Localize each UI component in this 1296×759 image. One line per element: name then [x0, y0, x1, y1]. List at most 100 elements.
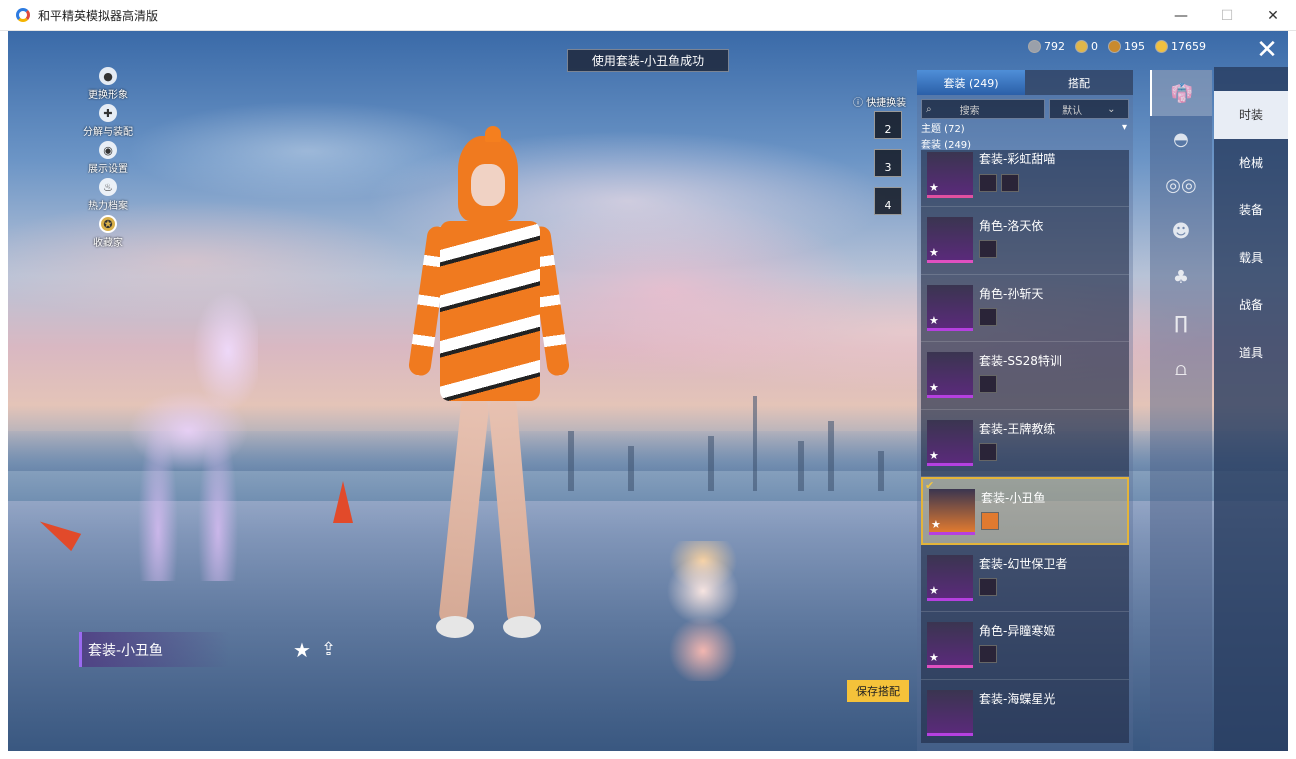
silver-coin-icon [1028, 40, 1041, 53]
current-outfit-label: 套装-小丑鱼 [79, 632, 229, 667]
quick-swap-label[interactable]: ⓘ 快捷换装 [853, 94, 906, 109]
chevron-down-icon: ⌄ [1107, 103, 1116, 115]
toast-notice: 使用套装-小丑鱼成功 [567, 49, 729, 72]
outfit-panel: 套装 (249) 搭配 ⌕ 搜索 默认 ⌄ 主题 (72) ▾ 套装 (249)… [917, 70, 1133, 751]
outfit-name: 套装-幻世保卫者 [979, 556, 1068, 571]
save-outfit-button[interactable]: 保存搭配 [847, 680, 909, 702]
star-icon: ★ [929, 246, 939, 259]
outfit-thumbnail [927, 689, 973, 736]
category-column: 👘 ◓ ◎◎ ☻ ♣ ∏ ⩍ [1150, 70, 1212, 751]
search-input[interactable]: ⌕ 搜索 [921, 99, 1045, 119]
outfit-name: 角色-洛天依 [979, 219, 1044, 233]
star-icon: ★ [929, 381, 939, 394]
glasses-icon[interactable]: ◎◎ [1150, 162, 1212, 208]
outfit-name: 角色-异瞳寒姬 [979, 624, 1056, 638]
shoes-icon[interactable]: ⩍ [1150, 346, 1212, 392]
maximize-button[interactable]: ☐ [1204, 0, 1250, 31]
gold-coin-icon [1155, 40, 1168, 53]
outfit-thumbnail: ★ [927, 554, 973, 601]
slot-number: 2 [884, 123, 892, 136]
tab-equipment[interactable]: 装备 [1214, 186, 1288, 234]
menu-label: 更换形象 [88, 90, 128, 101]
quick-slot-3[interactable]: 3 [874, 149, 902, 177]
sort-value: 默认 [1062, 105, 1083, 117]
close-window-button[interactable]: ✕ [1250, 0, 1296, 31]
list-item[interactable]: ★ 角色-异瞳寒姬 [921, 612, 1129, 680]
currency-value: 792 [1044, 40, 1065, 53]
gold-badge-icon [1075, 40, 1088, 53]
tab-battle-prep[interactable]: 战备 [1214, 281, 1288, 329]
currency-bar: 792 0 195 17659 [1028, 40, 1206, 53]
list-item[interactable]: ★ 角色-洛天依 [921, 207, 1129, 275]
outfit-icon[interactable]: 👘 [1150, 70, 1212, 116]
currency-value: 17659 [1171, 40, 1206, 53]
currency-item: 0 [1075, 40, 1098, 53]
star-icon: ★ [929, 313, 939, 327]
tab-items[interactable]: 道具 [1214, 329, 1288, 377]
currency-item: 792 [1028, 40, 1065, 53]
list-item[interactable]: ★ 套装-SS28特训 [921, 342, 1129, 410]
search-placeholder: 搜索 [959, 105, 980, 117]
quick-slot-2[interactable]: 2 [874, 111, 902, 139]
menu-heat-archive[interactable]: ♨ 热力档案 [68, 178, 148, 215]
flame-icon: ♨ [99, 178, 117, 196]
pants-icon[interactable]: ∏ [1150, 300, 1212, 346]
traffic-cone [333, 481, 353, 523]
menu-collector[interactable]: ✪ 收藏家 [68, 215, 148, 252]
tab-suits[interactable]: 套装 (249) [917, 70, 1025, 95]
city-building [628, 446, 634, 491]
outfit-name: 角色-孙斩天 [979, 286, 1044, 301]
part-thumbnail [979, 307, 997, 326]
character-shoe [503, 616, 541, 638]
hood-fin [485, 126, 501, 142]
part-thumbnail [979, 375, 997, 393]
collector-badge-icon: ✪ [99, 215, 117, 233]
outfit-thumbnail: ★ [927, 284, 973, 331]
character-shoe [436, 616, 474, 638]
list-item[interactable]: 套装-海蝶星光 [921, 679, 1129, 743]
eye-icon: ◉ [99, 141, 117, 159]
section-title: 套装 (249) [921, 139, 972, 151]
character-leg [438, 395, 490, 627]
sort-dropdown[interactable]: 默认 ⌄ [1048, 99, 1129, 119]
menu-display-settings[interactable]: ◉ 展示设置 [68, 141, 148, 178]
star-icon: ★ [929, 448, 939, 462]
menu-change-appearance[interactable]: ● 更换形象 [68, 67, 148, 104]
slot-number: 3 [884, 161, 892, 174]
outfit-thumbnail: ★ [927, 152, 973, 198]
list-item[interactable]: ★ 套装-幻世保卫者 [921, 544, 1129, 612]
outfit-thumbnail: ★ [927, 622, 973, 668]
top-icon[interactable]: ♣ [1150, 254, 1212, 300]
city-building [708, 436, 714, 491]
close-wardrobe-icon[interactable]: ✕ [1252, 35, 1282, 65]
section-theme[interactable]: 主题 (72) ▾ [917, 119, 1133, 135]
quick-slot-4[interactable]: 4 [874, 187, 902, 215]
cap-icon[interactable]: ◓ [1150, 116, 1212, 162]
city-building [878, 451, 884, 491]
minimize-button[interactable]: — [1158, 0, 1204, 31]
part-thumbnail [979, 645, 997, 663]
menu-label: 收藏家 [93, 238, 123, 249]
section-title: 主题 (72) [921, 123, 965, 135]
list-item[interactable]: ★ 套装-彩虹甜喵 [921, 150, 1129, 207]
part-thumbnail [979, 174, 997, 192]
list-item[interactable]: ★ 角色-孙斩天 [921, 274, 1129, 342]
clownfish-dress [440, 221, 540, 401]
city-building [828, 421, 834, 491]
favorite-star-icon[interactable]: ★ [293, 638, 311, 662]
share-icon[interactable]: ⇪ [321, 639, 336, 660]
player-character [388, 126, 583, 656]
tab-combos[interactable]: 搭配 [1025, 70, 1133, 95]
tab-fashion[interactable]: 时装 [1214, 91, 1288, 139]
bronze-token-icon [1108, 40, 1121, 53]
outfit-list: ★ 套装-彩虹甜喵 ★ 角色-洛天依 ★ 角色-孙斩天 ★ 套装-SS28特训 [917, 150, 1133, 743]
filter-bar: ⌕ 搜索 默认 ⌄ [921, 99, 1129, 119]
tab-vehicles[interactable]: 载具 [1214, 234, 1288, 282]
list-item-selected[interactable]: ✔ ★ 套装-小丑鱼 [921, 477, 1129, 545]
tab-weapons[interactable]: 枪械 [1214, 139, 1288, 187]
mask-icon[interactable]: ☻ [1150, 208, 1212, 254]
outfit-name: 套装-王牌教练 [979, 421, 1056, 436]
character-leg [488, 395, 536, 627]
menu-decompose-assemble[interactable]: ✚ 分解与装配 [68, 104, 148, 141]
list-item[interactable]: ★ 套装-王牌教练 [921, 409, 1129, 477]
